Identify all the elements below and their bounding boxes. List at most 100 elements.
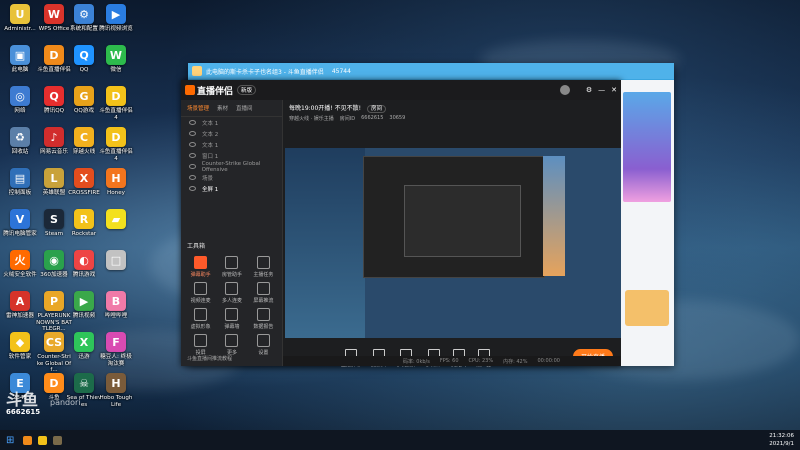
desktop-icon[interactable]: H Honey <box>98 168 134 197</box>
right-side-panel[interactable] <box>621 80 674 366</box>
stream-preview[interactable] <box>285 148 621 338</box>
desktop-icon[interactable]: ▶ 腾讯视频 <box>66 291 102 320</box>
tab-room[interactable]: 直播间 <box>236 104 253 112</box>
app-icon: R <box>74 209 94 229</box>
eye-icon[interactable] <box>189 131 196 136</box>
version-badge[interactable]: 新版 <box>237 85 257 95</box>
tool-button[interactable]: 虚拟形象 <box>185 308 216 330</box>
app-icon: V <box>10 209 30 229</box>
desktop-icon[interactable]: ⚙ 系统和配置 <box>66 4 102 33</box>
desktop-icon[interactable]: R Rockstar <box>66 209 102 238</box>
desktop-icon[interactable]: ▶ 腾讯视频浏览 <box>98 4 134 33</box>
tool-button[interactable]: 数据报告 <box>248 308 279 330</box>
main-panel: 每晚19:00开播! 不见不散! 房间 穿越火线 · 娱乐主播 房间ID 666… <box>283 100 621 368</box>
desktop-icon[interactable]: D 斗鱼直播伴侣4 <box>98 127 134 162</box>
promo-banner[interactable] <box>623 92 671 202</box>
status-item: 码率: 0kb/s <box>403 358 430 365</box>
promo-card[interactable] <box>625 290 669 326</box>
tab-scenes[interactable]: 场景管理 <box>187 104 209 112</box>
tool-button[interactable]: 设置 <box>248 334 279 356</box>
tool-button[interactable]: 屏幕推流 <box>248 282 279 304</box>
eye-icon[interactable] <box>189 164 196 169</box>
tab-materials[interactable]: 素材 <box>217 104 228 112</box>
eye-icon[interactable] <box>189 153 196 158</box>
eye-icon[interactable] <box>189 142 196 147</box>
tool-button[interactable]: 主播任务 <box>248 256 279 278</box>
desktop-icon[interactable]: ◎ 网络 <box>2 86 38 115</box>
scene-item[interactable]: 文本 1 <box>181 117 282 128</box>
desktop-icon[interactable]: □ <box>98 250 134 272</box>
scene-item[interactable]: 场景 <box>181 172 282 183</box>
scene-item[interactable]: 文本 1 <box>181 139 282 150</box>
eye-icon[interactable] <box>189 175 196 180</box>
tool-button[interactable]: 投屏 <box>185 334 216 356</box>
tool-icon <box>194 308 208 321</box>
scene-item[interactable]: Counter-Strike Global Offensive <box>181 160 282 173</box>
desktop-icon[interactable]: ◆ 软件管家 <box>2 332 38 361</box>
settings-icon[interactable]: ⚙ <box>586 86 592 94</box>
eye-icon[interactable] <box>189 120 196 125</box>
tool-button[interactable]: 更多 <box>216 334 247 356</box>
app-icon: D <box>44 45 64 65</box>
desktop-icon-label: 哔哩哔哩 <box>104 313 128 319</box>
desktop-icon[interactable]: H Hobo Tough Life <box>98 373 134 408</box>
start-icon[interactable]: ⊞ <box>6 435 14 446</box>
avatar[interactable] <box>559 85 570 95</box>
desktop-icon[interactable]: ▣ 此电脑 <box>2 45 38 74</box>
tool-label: 弹幕墙 <box>224 324 240 330</box>
desktop-icon[interactable]: ▤ 控制面板 <box>2 168 38 197</box>
desktop-icon[interactable]: ▰ <box>98 209 134 231</box>
desktop-icon[interactable]: G QQ游戏 <box>66 86 102 115</box>
taskbar-app-douyu-icon[interactable] <box>23 435 33 445</box>
close-icon[interactable]: ✕ <box>611 86 617 94</box>
desktop-icon-label: 软件管家 <box>8 354 32 360</box>
tool-icon <box>256 282 270 295</box>
tool-button[interactable]: 多人连麦 <box>216 282 247 304</box>
desktop-icon[interactable]: X 迅游 <box>66 332 102 361</box>
tool-button[interactable]: 弹幕墙 <box>216 308 247 330</box>
desktop-icon[interactable]: C 穿越火线 <box>66 127 102 156</box>
app-icon: ▶ <box>74 291 94 311</box>
desktop-icon[interactable]: X CROSSFIRE <box>66 168 102 197</box>
stream-title[interactable]: 每晚19:00开播! 不见不散! <box>289 105 361 112</box>
scene-item[interactable]: 窗口 1 <box>181 150 282 161</box>
desktop-icon[interactable]: D 斗鱼直播伴侣4 <box>98 86 134 121</box>
logo-icon <box>185 85 195 95</box>
desktop-icon[interactable]: A 雷神加速器 <box>2 291 38 320</box>
app-icon: H <box>106 168 126 188</box>
taskbar-app-game-icon[interactable] <box>53 435 63 445</box>
system-clock[interactable]: 21:32:06 2021/9/1 <box>769 432 794 448</box>
tool-button[interactable]: 视频连麦 <box>185 282 216 304</box>
stream-tag[interactable]: 房间 <box>366 105 386 113</box>
desktop-icon-label: Administr... <box>4 26 36 32</box>
desktop-icon[interactable]: ◐ 腾讯游戏 <box>66 250 102 279</box>
scene-item[interactable]: 文本 2 <box>181 128 282 139</box>
tool-label: 数据报告 <box>253 324 274 330</box>
eye-icon[interactable] <box>189 186 196 191</box>
desktop-icon[interactable]: B 哔哩哔哩 <box>98 291 134 320</box>
scene-label: Counter-Strike Global Offensive <box>201 160 261 173</box>
taskbar: ⊞ 21:32:06 2021/9/1 <box>0 430 800 450</box>
desktop-icon[interactable]: F 糖豆人: 终极淘汰赛 <box>98 332 134 367</box>
taskbar-app-explorer-icon[interactable] <box>38 435 48 445</box>
desktop-icon[interactable]: V 腾讯电脑管家 <box>2 209 38 238</box>
desktop-icon-label: 腾讯电脑管家 <box>3 231 37 237</box>
tool-button[interactable]: 弹幕助手 <box>185 256 216 278</box>
app-icon: ◉ <box>44 250 64 270</box>
push-tutorial-link[interactable]: 斗鱼直播间推流教程 <box>187 355 232 362</box>
desktop-icon-label: Hobo Tough Life <box>99 395 133 408</box>
app-icon: Q <box>74 45 94 65</box>
app-icon: S <box>44 209 64 229</box>
category[interactable]: 穿越火线 · 娱乐主播 <box>289 115 334 122</box>
tool-button[interactable]: 房管助手 <box>216 256 247 278</box>
app-icon: H <box>106 373 126 393</box>
live-companion-app[interactable]: 直播伴侣 新版 ⚙ — ✕ 场景管理 素材 直播间 文本 1 文本 2 文本 1 窗口… <box>181 80 621 368</box>
minimize-icon[interactable]: — <box>598 86 605 94</box>
desktop-icon[interactable]: U Administr... <box>2 4 38 33</box>
desktop-icon[interactable]: ♻ 回收站 <box>2 127 38 156</box>
desktop-icon[interactable]: W 微信 <box>98 45 134 74</box>
desktop-icon[interactable]: Q QQ <box>66 45 102 74</box>
scene-item[interactable]: 全屏 1 <box>181 183 282 194</box>
desktop-icon-label: 糖豆人: 终极淘汰赛 <box>100 354 132 367</box>
desktop-icon[interactable]: 火火绒安全软件 <box>2 250 38 279</box>
